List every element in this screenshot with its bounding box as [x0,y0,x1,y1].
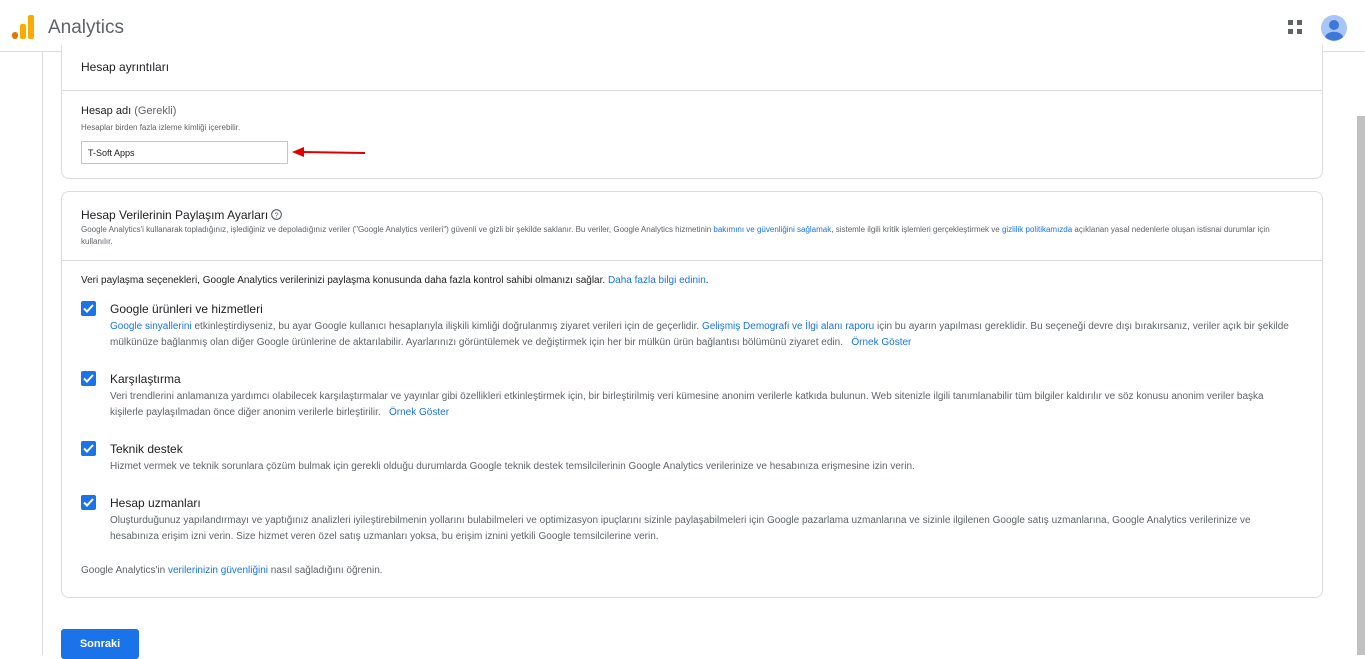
show-example-link[interactable]: Örnek Göster [851,337,911,348]
footer-post: nasıl sağladığını öğrenin. [268,565,383,576]
analytics-logo-icon[interactable] [12,15,34,39]
privacy-policy-link[interactable]: gizlilik politikamızda [1002,225,1072,234]
benchmarking-description: Veri trendlerini anlamanıza yardımcı ola… [110,389,1290,421]
data-sharing-title-text: Hesap Verilerinin Paylaşım Ayarları [81,208,269,222]
check-icon [83,304,94,313]
divider [62,90,1322,91]
account-specialists-checkbox[interactable] [81,495,96,510]
required-marker: (Gerekli) [134,105,177,117]
google-products-text-a: etkinleştirdiyseniz, bu ayar Google kull… [191,321,702,332]
account-name-label-text: Hesap adı [81,105,132,117]
technical-support-description: Hizmet vermek ve teknik sorunlara çözüm … [110,461,915,472]
account-name-input[interactable] [81,141,288,164]
check-icon [83,498,94,507]
benchmarking-title: Karşılaştırma [110,372,181,386]
intro-end: . [705,275,709,286]
page-scrollbar[interactable] [1357,116,1365,655]
app-title: Analytics [48,17,125,38]
google-products-title: Google ürünleri ve hizmetleri [110,302,263,316]
maintenance-security-link[interactable]: bakımını ve güvenliğini sağlamak [713,225,831,234]
intro-text: Veri paylaşma seçenekleri, Google Analyt… [81,275,608,286]
google-products-description: Google sinyallerini etkinleştirdiyseniz,… [110,319,1290,351]
data-sharing-card: Hesap Verilerinin Paylaşım Ayarları? Goo… [61,191,1323,598]
sharing-intro: Veri paylaşma seçenekleri, Google Analyt… [81,275,709,286]
check-icon [83,374,94,383]
account-specialists-title: Hesap uzmanları [110,496,201,510]
data-sharing-description: Google Analytics'i kullanarak topladığın… [81,224,1281,248]
google-signals-link[interactable]: Google sinyallerini [110,321,192,332]
learn-more-link[interactable]: Daha fazla bilgi edinin [608,275,706,286]
footer-pre: Google Analytics'in [81,565,168,576]
account-avatar-icon[interactable] [1321,15,1347,41]
apps-grid-icon[interactable] [1288,20,1302,34]
check-icon [83,444,94,453]
show-example-link[interactable]: Örnek Göster [389,407,449,418]
benchmarking-text: Veri trendlerini anlamanıza yardımcı ola… [110,391,1264,418]
benchmarking-checkbox[interactable] [81,371,96,386]
google-products-checkbox[interactable] [81,301,96,316]
account-name-help: Hesaplar birden fazla izleme kimliği içe… [81,123,241,132]
demographics-report-link[interactable]: Gelişmiş Demografi ve İlgi alanı raporu [702,321,874,332]
account-details-card: Hesap ayrıntıları Hesap adı (Gerekli) He… [61,45,1323,179]
desc-text-1: Google Analytics'i kullanarak topladığın… [81,225,714,234]
account-name-label: Hesap adı (Gerekli) [81,105,176,117]
data-safeguard-note: Google Analytics'in verilerinizin güvenl… [81,565,383,576]
help-icon[interactable]: ? [271,209,283,220]
svg-text:?: ? [275,210,279,219]
divider [62,260,1322,261]
technical-support-checkbox[interactable] [81,441,96,456]
desc-text-2: , sistemle ilgili kritik işlemleri gerçe… [831,225,1002,234]
data-security-link[interactable]: verilerinizin güvenliğini [168,565,268,576]
account-specialists-description: Oluşturduğunuz yapılandırmayı ve yaptığı… [110,515,1251,542]
technical-support-title: Teknik destek [110,442,183,456]
red-arrow-annotation-icon [292,147,366,157]
account-details-title: Hesap ayrıntıları [81,60,170,74]
data-sharing-title: Hesap Verilerinin Paylaşım Ayarları? [81,208,283,222]
